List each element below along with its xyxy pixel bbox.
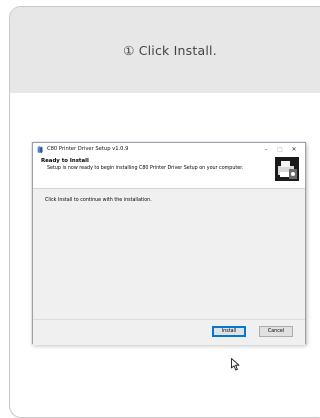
wizard-header: Ready to Install Setup is now ready to b… bbox=[33, 155, 305, 189]
maximize-button: □ bbox=[277, 145, 283, 153]
printer-icon bbox=[275, 157, 299, 181]
cancel-button[interactable]: Cancel bbox=[259, 326, 293, 337]
close-button[interactable]: ✕ bbox=[287, 146, 301, 153]
installer-window: C80 Printer Driver Setup v1.0.9 – □ ✕ Re… bbox=[32, 142, 306, 345]
window-title: C80 Printer Driver Setup v1.0.9 bbox=[47, 146, 129, 152]
wizard-body-text: Click Install to continue with the insta… bbox=[45, 198, 152, 203]
mouse-cursor-icon bbox=[231, 358, 240, 371]
install-button[interactable]: Install bbox=[212, 326, 246, 337]
wizard-footer: Install Cancel bbox=[33, 319, 305, 345]
wizard-body: Click Install to continue with the insta… bbox=[33, 189, 305, 319]
window-titlebar[interactable]: C80 Printer Driver Setup v1.0.9 – □ ✕ bbox=[33, 143, 305, 155]
wizard-header-title: Ready to Install bbox=[41, 158, 89, 164]
wizard-header-subtitle: Setup is now ready to begin installing C… bbox=[47, 166, 244, 171]
app-icon bbox=[37, 145, 43, 153]
minimize-button[interactable]: – bbox=[259, 146, 273, 153]
step-title: ① Click Install. bbox=[123, 42, 217, 58]
step-header: ① Click Install. bbox=[10, 7, 320, 93]
